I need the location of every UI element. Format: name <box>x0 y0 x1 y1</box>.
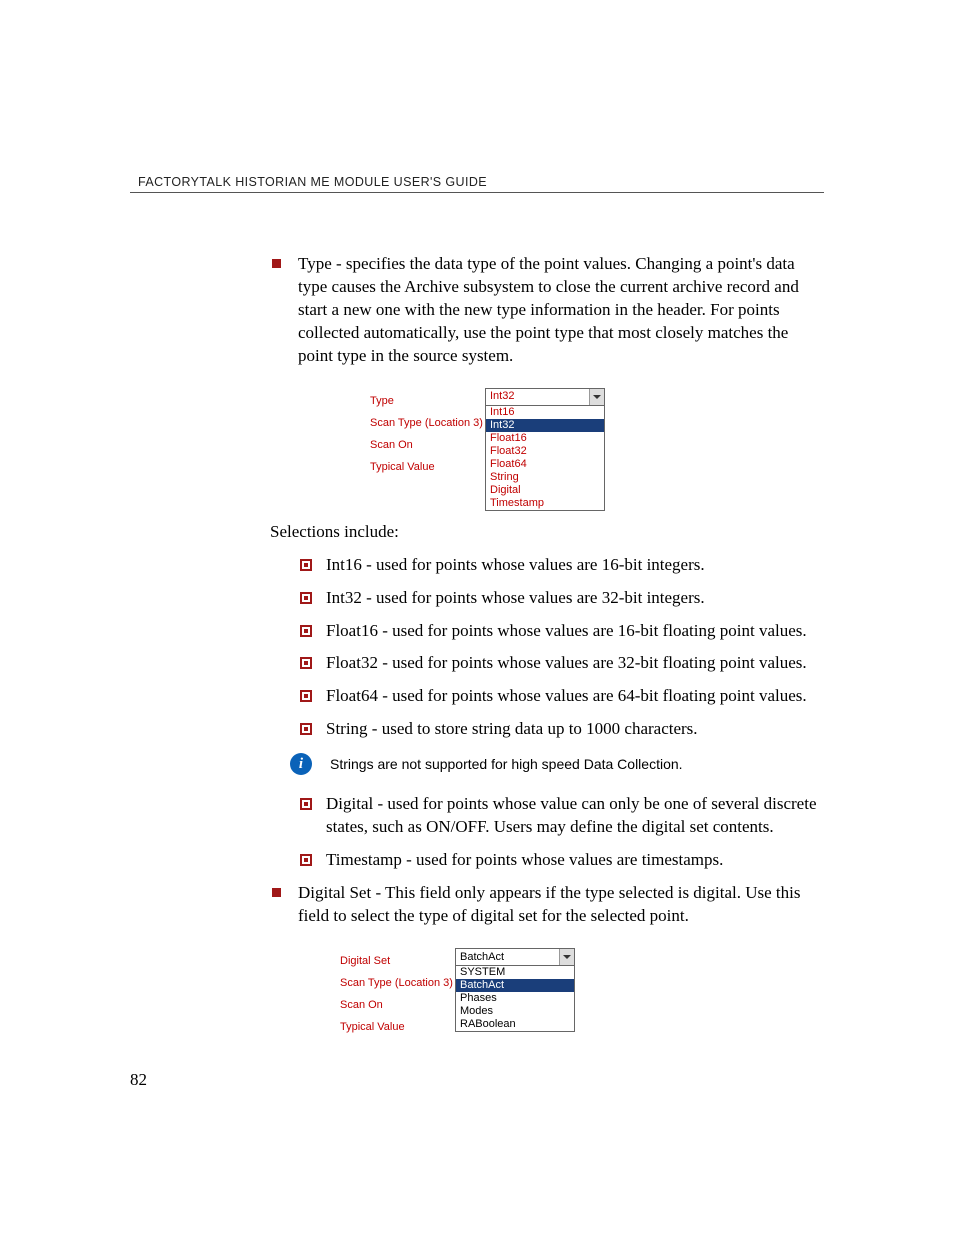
fig1-dropdown[interactable]: Int32 Int16 Int32 Float16 Float32 Float6… <box>485 388 605 511</box>
fig2-label-scantype: Scan Type (Location 3) <box>340 972 455 994</box>
fig1-option-list[interactable]: Int16 Int32 Float16 Float32 Float64 Stri… <box>485 406 605 511</box>
fig2-dropdown[interactable]: BatchAct SYSTEM BatchAct Phases Modes RA… <box>455 948 575 1038</box>
fig2-label-scanon: Scan On <box>340 994 455 1016</box>
fig1-label-scanon: Scan On <box>370 434 485 456</box>
fig1-selected-value: Int32 <box>490 389 514 404</box>
fig1-label-type: Type <box>370 390 485 412</box>
digitalset-description: Digital Set - This field only appears if… <box>270 882 824 928</box>
fig2-opt-phases[interactable]: Phases <box>456 992 574 1005</box>
page: FACTORYTALK HISTORIAN ME MODULE USER'S G… <box>0 0 954 1235</box>
note-text: Strings are not supported for high speed… <box>330 755 683 774</box>
fig2-opt-modes[interactable]: Modes <box>456 1005 574 1018</box>
page-number: 82 <box>130 1070 147 1090</box>
sel-float64: Float64 - used for points whose values a… <box>298 685 824 708</box>
note-row: i Strings are not supported for high spe… <box>290 753 824 775</box>
fig2-option-list[interactable]: SYSTEM BatchAct Phases Modes RABoolean <box>455 966 575 1032</box>
fig2-label-digitalset: Digital Set <box>340 950 455 972</box>
fig2-selected-box[interactable]: BatchAct <box>455 948 575 966</box>
fig1-opt-int16[interactable]: Int16 <box>486 406 604 419</box>
sel-float32: Float32 - used for points whose values a… <box>298 652 824 675</box>
chevron-down-icon[interactable] <box>589 389 604 405</box>
fig1-opt-string[interactable]: String <box>486 471 604 484</box>
fig2-labels: Digital Set Scan Type (Location 3) Scan … <box>340 948 455 1038</box>
fig1-label-scantype: Scan Type (Location 3) <box>370 412 485 434</box>
fig2-label-typical: Typical Value <box>340 1016 455 1038</box>
fig1-opt-float32[interactable]: Float32 <box>486 445 604 458</box>
type-bullet-list: Type - specifies the data type of the po… <box>270 253 824 368</box>
sel-digital: Digital - used for points whose value ca… <box>298 793 824 839</box>
chevron-down-icon[interactable] <box>559 949 574 965</box>
header-rule <box>130 192 824 193</box>
sel-timestamp: Timestamp - used for points whose values… <box>298 849 824 872</box>
type-description: Type - specifies the data type of the po… <box>270 253 824 368</box>
fig1-selected-box[interactable]: Int32 <box>485 388 605 406</box>
fig1-opt-float64[interactable]: Float64 <box>486 458 604 471</box>
fig2-selected-value: BatchAct <box>460 950 504 965</box>
fig1-opt-int32[interactable]: Int32 <box>486 419 604 432</box>
fig2-opt-raboolean[interactable]: RABoolean <box>456 1018 574 1031</box>
sel-float16: Float16 - used for points whose values a… <box>298 620 824 643</box>
sel-int16: Int16 - used for points whose values are… <box>298 554 824 577</box>
selections-list: Int16 - used for points whose values are… <box>298 554 824 742</box>
fig1-opt-float16[interactable]: Float16 <box>486 432 604 445</box>
sel-string: String - used to store string data up to… <box>298 718 824 741</box>
selections-intro: Selections include: <box>270 521 824 544</box>
fig1-labels: Type Scan Type (Location 3) Scan On Typi… <box>370 388 485 511</box>
content-area: Type - specifies the data type of the po… <box>270 253 824 1038</box>
selections-list-2: Digital - used for points whose value ca… <box>298 793 824 872</box>
info-icon: i <box>290 753 312 775</box>
fig1-opt-timestamp[interactable]: Timestamp <box>486 497 604 510</box>
fig2-opt-system[interactable]: SYSTEM <box>456 966 574 979</box>
fig1-label-typical: Typical Value <box>370 456 485 478</box>
digitalset-dropdown-figure: Digital Set Scan Type (Location 3) Scan … <box>340 948 824 1038</box>
digitalset-bullet-list: Digital Set - This field only appears if… <box>270 882 824 928</box>
fig2-opt-batchact[interactable]: BatchAct <box>456 979 574 992</box>
type-dropdown-figure: Type Scan Type (Location 3) Scan On Typi… <box>370 388 824 511</box>
running-header: FACTORYTALK HISTORIAN ME MODULE USER'S G… <box>138 175 824 189</box>
fig1-opt-digital[interactable]: Digital <box>486 484 604 497</box>
sel-int32: Int32 - used for points whose values are… <box>298 587 824 610</box>
